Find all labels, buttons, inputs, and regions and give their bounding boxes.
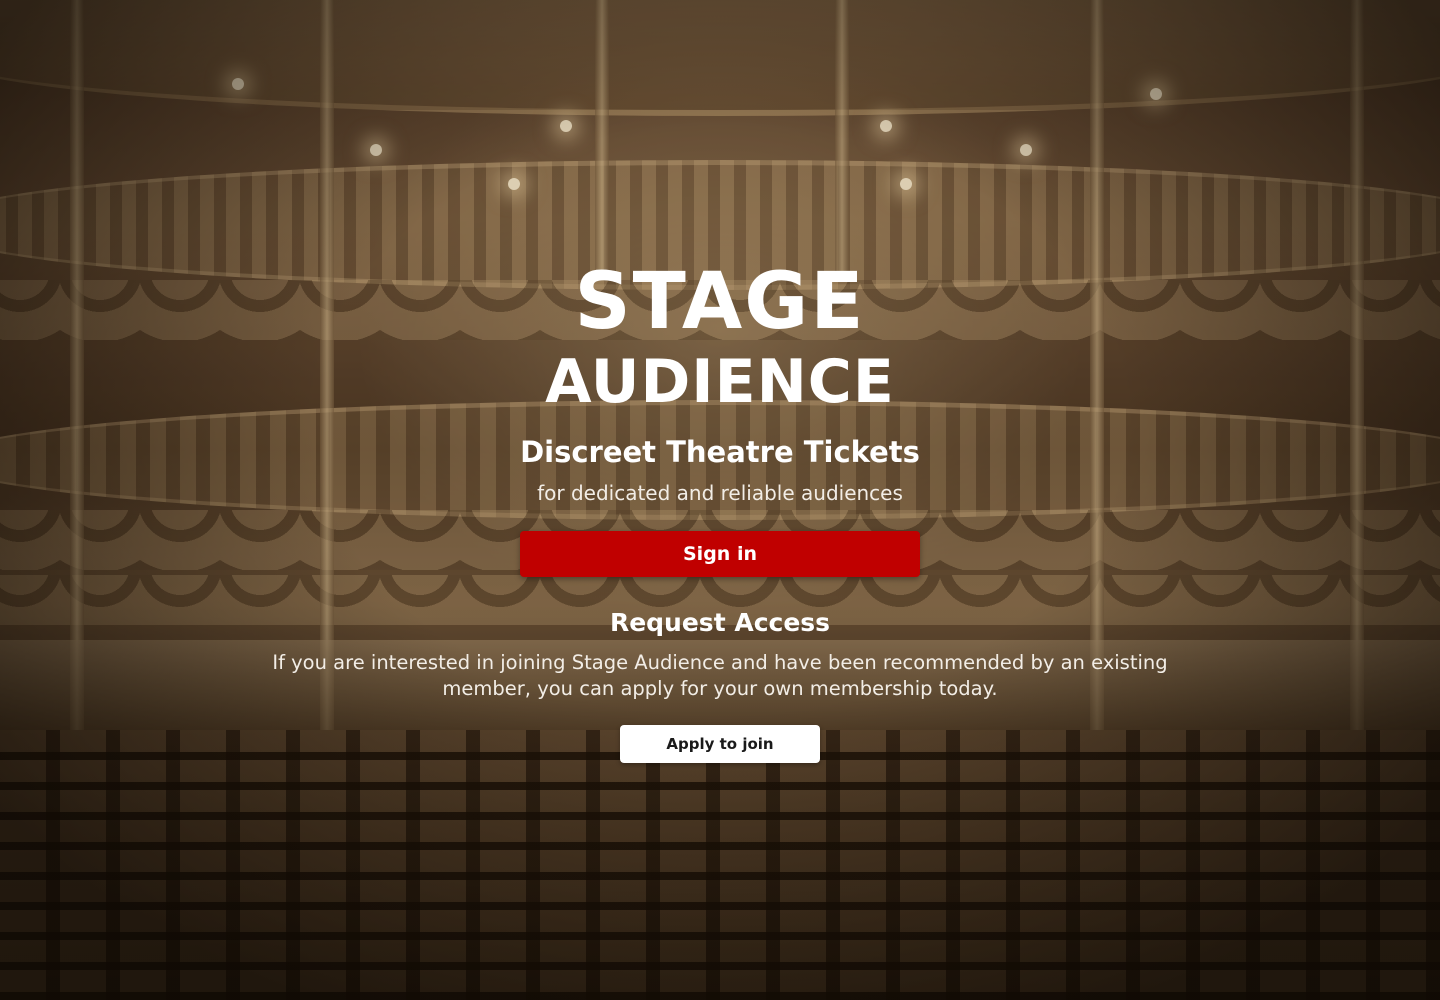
hero-subtagline: for dedicated and reliable audiences bbox=[537, 481, 903, 505]
hero-tagline: Discreet Theatre Tickets bbox=[520, 435, 920, 469]
request-access-title: Request Access bbox=[609, 608, 831, 637]
brand-logo-line1: STAGE bbox=[574, 257, 866, 347]
hero-section: STAGE AUDIENCE Discreet Theatre Tickets … bbox=[0, 0, 1440, 1000]
brand-logo-line2: AUDIENCE bbox=[545, 347, 895, 417]
sign-in-button[interactable]: Sign in bbox=[520, 531, 920, 577]
apply-to-join-button[interactable]: Apply to join bbox=[620, 725, 820, 763]
request-access-text: If you are interested in joining Stage A… bbox=[272, 651, 1168, 700]
